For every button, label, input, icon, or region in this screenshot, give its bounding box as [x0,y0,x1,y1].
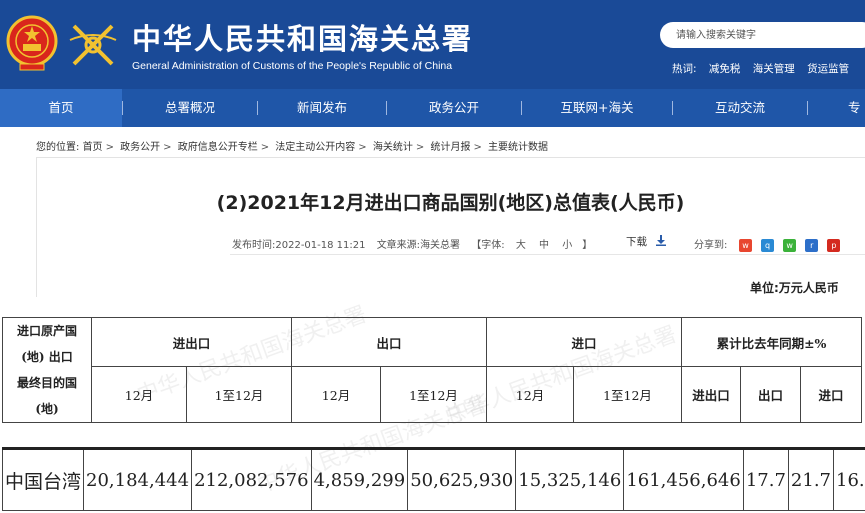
article-panel [36,157,865,297]
corner-header-line: (地) [35,402,59,416]
breadcrumb-link[interactable]: 首页 [83,142,103,153]
table-cell: 16.5 [832,447,865,511]
nav-item-news[interactable]: 新闻发布 [258,89,386,127]
sub-header: 12月 [486,366,574,423]
sub-header: 1至12月 [573,366,682,423]
group-header-import: 进口 [486,316,682,368]
breadcrumb-link[interactable]: 法定主动公开内容 [275,142,355,153]
table-cell: 21.7 [787,447,835,511]
statistics-table-image: 中华人民共和国海关总署 中华人民共和国海关总署 中华人民共和国海关总署 进口原产… [0,297,865,513]
font-size-label: 【字体: [471,240,505,251]
group-header-export: 出口 [291,316,487,368]
source-label: 文章来源: [376,240,421,251]
sub-header: 进出口 [681,366,741,423]
nav-item-internet-customs[interactable]: 互联网+海关 [522,89,672,127]
breadcrumb-separator: > [163,142,172,153]
breadcrumb-link[interactable]: 统计月报 [430,142,470,153]
search-box [660,22,865,48]
renren-icon[interactable]: r [805,239,819,252]
sub-header: 出口 [740,366,801,423]
unit-label: 单位:万元人民币 [750,281,839,295]
breadcrumb-label: 您的位置: [36,142,80,153]
breadcrumb-link[interactable]: 主要统计数据 [488,142,548,153]
national-emblem-icon [6,15,58,71]
corner-header-line: 进口原产国 [16,324,77,338]
breadcrumb-link[interactable]: 海关统计 [373,142,413,153]
nav-item-interaction[interactable]: 互动交流 [673,89,807,127]
sub-header: 1至12月 [186,366,292,423]
table-cell: 212,082,576 [191,447,312,511]
download-button[interactable]: 下载 [626,234,667,249]
sub-header: 12月 [91,366,187,423]
stats-header-table: 进口原产国 (地) 出口 最终目的国 (地) 进出口 出口 进口 累计比去年同期… [2,316,862,423]
breadcrumb: 您的位置: 首页 > 政务公开 > 政府信息公开专栏 > 法定主动公开内容 > 海关统计… [36,138,548,153]
table-cell: 15,325,146 [515,447,625,511]
hot-words: 热词: 减免税 海关管理 货运监管 [672,61,858,76]
source-value: 海关总署 [420,240,461,251]
nav-item-government-affairs[interactable]: 政务公开 [387,89,521,127]
font-size-close: 】 [582,240,593,251]
region-name: 中国台湾 [1,447,85,511]
corner-header: 进口原产国 (地) 出口 最终目的国 (地) [2,317,92,423]
sub-header: 1至12月 [380,366,487,423]
breadcrumb-separator: > [358,142,367,153]
site-title: 中华人民共和国海关总署 [132,22,474,56]
share-label: 分享到: [694,240,728,251]
customs-emblem-icon [69,24,117,66]
stats-data-table: 中国台湾 20,184,444 212,082,576 4,859,299 50… [1,447,865,511]
table-cell: 17.7 [742,447,789,511]
breadcrumb-link[interactable]: 政务公开 [120,142,160,153]
table-cell: 161,456,646 [623,447,744,511]
search-input[interactable] [676,22,856,48]
download-icon [656,235,667,246]
group-header-total: 进出口 [91,316,292,368]
wechat-icon[interactable]: w [783,239,797,252]
sub-header: 12月 [291,366,381,423]
group-header-yoy: 累计比去年同期±% [681,316,862,368]
breadcrumb-link[interactable]: 政府信息公开专栏 [178,142,258,153]
font-size-large[interactable]: 大 [516,240,526,251]
main-nav: 首页 总署概况 新闻发布 政务公开 互联网+海关 互动交流 专 [0,89,865,127]
meta-divider [230,254,865,255]
table-cell: 50,625,930 [407,447,517,511]
breadcrumb-separator: > [105,142,114,153]
breadcrumb-separator: > [473,142,482,153]
download-label: 下载 [626,236,647,248]
publish-time: 2022-01-18 11:21 [275,240,366,251]
table-cell: 20,184,444 [83,447,193,511]
hot-word-link[interactable]: 减免税 [709,63,741,75]
hot-label: 热词: [672,63,697,75]
nav-divider [807,101,808,115]
nav-item-home[interactable]: 首页 [0,89,122,127]
weibo-icon[interactable]: w [739,239,752,252]
qzone-icon[interactable]: q [761,239,775,252]
hot-word-link[interactable]: 海关管理 [753,63,795,75]
share-icons: w q w r p [739,235,844,254]
article-meta: 发布时间:2022-01-18 11:21 文章来源:海关总署 【字体: 大 中… [232,236,592,251]
site-subtitle: General Administration of Customs of the… [132,60,453,72]
hot-word-link[interactable]: 货运监管 [807,63,849,75]
pdf-icon[interactable]: p [827,239,841,252]
nav-item-topics[interactable]: 专 [848,89,865,127]
corner-header-line: (地) 出口 [21,350,73,364]
site-header: 中华人民共和国海关总署 General Administration of Cu… [0,0,865,89]
breadcrumb-separator: > [415,142,425,153]
table-row: 中国台湾 20,184,444 212,082,576 4,859,299 50… [1,447,865,511]
font-size-small[interactable]: 小 [562,240,572,251]
sub-header: 进口 [800,366,862,423]
corner-header-line: 最终目的国 [16,376,77,390]
publish-label: 发布时间: [232,240,276,251]
table-cell: 4,859,299 [310,447,409,511]
article-title: (2)2021年12月进出口商品国别(地区)总值表(人民币) [216,192,685,214]
font-size-medium[interactable]: 中 [539,240,549,251]
breadcrumb-separator: > [260,142,270,153]
nav-item-overview[interactable]: 总署概况 [123,89,257,127]
